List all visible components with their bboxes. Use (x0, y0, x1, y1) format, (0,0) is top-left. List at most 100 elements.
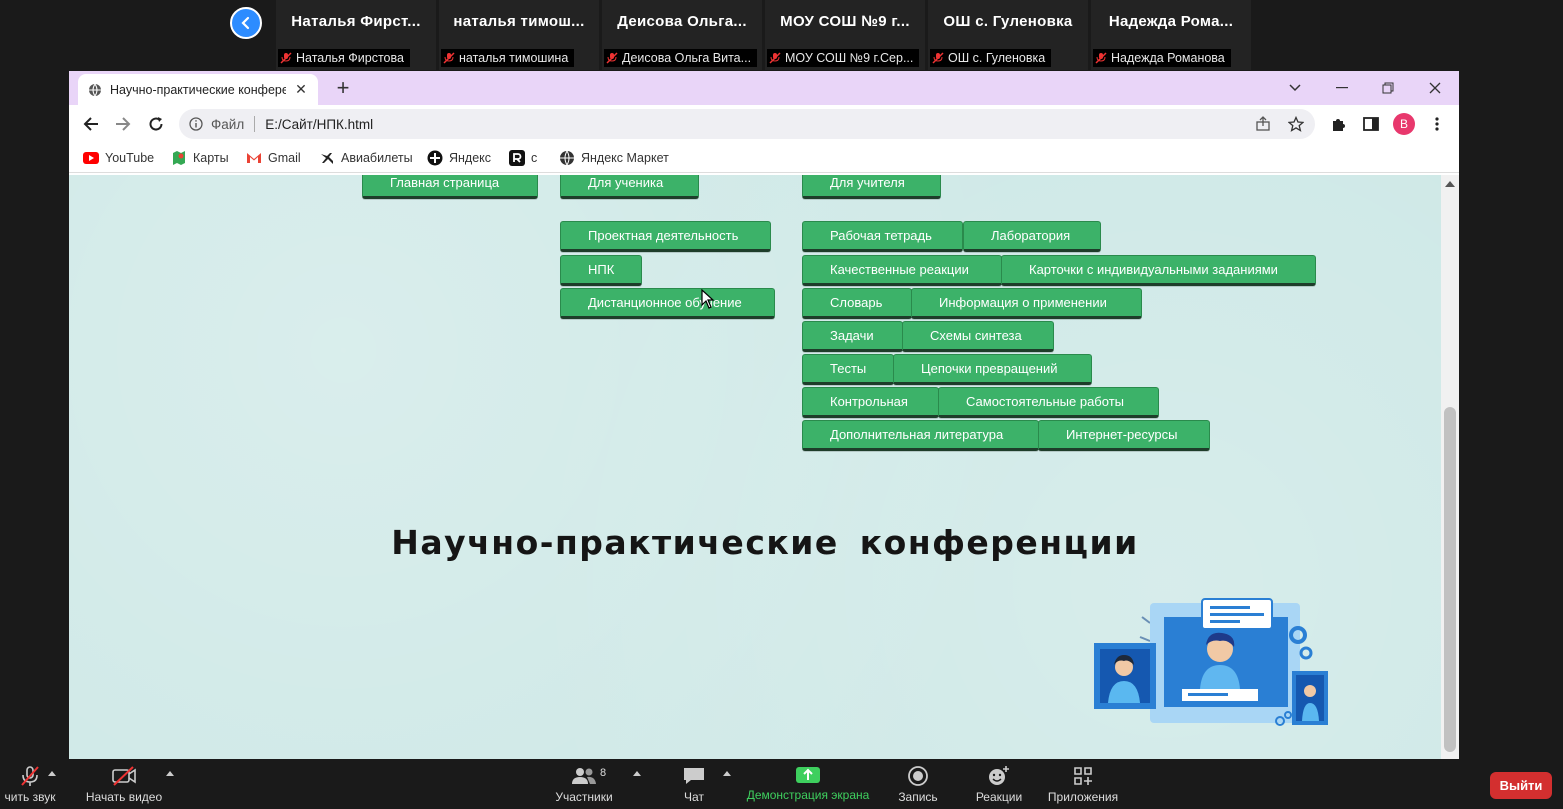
bookmark-yandex[interactable]: Яндекс (427, 149, 491, 167)
bookmarks-bar: YouTube Карты Gmail Авиабилеты Яндекс с (69, 143, 1459, 173)
forward-button[interactable] (112, 113, 134, 135)
online-learning-illustration (1094, 598, 1328, 726)
reload-button[interactable] (145, 113, 167, 135)
minimize-button[interactable] (1319, 71, 1365, 105)
nav-teacher-button[interactable]: Для учителя (802, 175, 941, 199)
bookmark-flights[interactable]: Авиабилеты (319, 149, 413, 167)
teacher-menu-item[interactable]: Задачи (802, 321, 903, 352)
teacher-menu-item[interactable]: Схемы синтеза (902, 321, 1054, 352)
restore-icon (1382, 82, 1394, 94)
mic-muted-icon (606, 52, 618, 64)
participant-tile[interactable]: Деисова Ольга... Деисова Ольга Вита... (602, 0, 762, 70)
globe-icon (89, 83, 101, 97)
zoom-window: Наталья Фирст... Наталья Фирстова наталь… (0, 0, 1563, 809)
browser-menu-button[interactable] (1426, 113, 1448, 135)
chat-icon (684, 768, 704, 784)
bookmark-label: Авиабилеты (341, 151, 413, 165)
scroll-up-arrow-icon[interactable] (1445, 181, 1455, 187)
participant-name: наталья тимош... (453, 13, 585, 30)
participant-label-text: МОУ СОШ №9 г.Сер... (785, 51, 914, 65)
profile-avatar[interactable]: B (1393, 113, 1415, 135)
reactions-button[interactable]: Реакции (971, 759, 1027, 809)
chevron-left-icon (241, 16, 250, 30)
teacher-menu-item[interactable]: Тесты (802, 354, 894, 385)
participant-tile[interactable]: ОШ с. Гуленовка ОШ с. Гуленовка (928, 0, 1088, 70)
bookmark-yandex-market[interactable]: Яндекс Маркет (559, 149, 669, 167)
teacher-menu-item[interactable]: Карточки с индивидуальными заданиями (1001, 255, 1316, 286)
globe-icon (559, 150, 575, 166)
nav-student-button[interactable]: Для ученика (560, 175, 699, 199)
bookmark-youtube[interactable]: YouTube (83, 149, 154, 167)
side-panel-button[interactable] (1360, 113, 1382, 135)
omnibox-separator (254, 116, 256, 132)
participants-options-caret-icon[interactable] (633, 771, 641, 776)
tab-search-button[interactable] (1272, 71, 1318, 105)
bookmark-label: с (531, 151, 538, 165)
scroll-thumb[interactable] (1444, 407, 1456, 752)
student-menu-npk[interactable]: НПК (560, 255, 642, 286)
teacher-menu-item[interactable]: Самостоятельные работы (938, 387, 1159, 418)
close-window-button[interactable] (1412, 71, 1458, 105)
address-bar[interactable]: Файл E:/Сайт/НПК.html (179, 109, 1315, 139)
teacher-menu-item[interactable]: Цепочки превращений (893, 354, 1092, 385)
new-tab-button[interactable]: + (333, 75, 353, 101)
tab-close-icon[interactable]: ✕ (294, 81, 308, 98)
participant-tile[interactable]: Надежда Рома... Надежда Романова (1091, 0, 1251, 70)
student-menu-distance[interactable]: Дистанционное обучение (560, 288, 775, 319)
participant-label: Наталья Фирстова (278, 49, 410, 67)
audio-button[interactable]: чить звук (0, 759, 60, 809)
teacher-menu-item[interactable]: Словарь (802, 288, 912, 319)
kebab-menu-icon (1435, 117, 1439, 131)
teacher-menu-item[interactable]: Лаборатория (963, 221, 1101, 252)
participant-tile[interactable]: наталья тимош... наталья тимошина (439, 0, 599, 70)
restore-button[interactable] (1365, 71, 1411, 105)
extensions-button[interactable] (1328, 113, 1350, 135)
bookmark-maps[interactable]: Карты (171, 149, 229, 167)
mic-muted-icon (280, 52, 292, 64)
tab-title: Научно-практические конфере (110, 82, 286, 97)
teacher-menu-item[interactable]: Рабочая тетрадь (802, 221, 963, 252)
airplane-icon (319, 150, 335, 166)
apps-label: Приложения (1047, 790, 1119, 804)
arrow-right-icon (116, 117, 131, 131)
strip-back-button[interactable] (230, 7, 262, 39)
nav-main-button[interactable]: Главная страница (362, 175, 538, 199)
audio-options-caret-icon[interactable] (48, 771, 56, 776)
apps-button[interactable]: Приложения (1045, 759, 1121, 809)
teacher-menu-item[interactable]: Интернет-ресурсы (1038, 420, 1210, 451)
record-icon (908, 766, 928, 786)
bookmark-c[interactable]: с (509, 149, 537, 167)
teacher-menu-item[interactable]: Контрольная (802, 387, 939, 418)
chat-options-caret-icon[interactable] (723, 771, 731, 776)
leave-meeting-button[interactable]: Выйти (1490, 772, 1552, 799)
back-button[interactable] (80, 113, 102, 135)
participant-label-text: Деисова Ольга Вита... (622, 51, 752, 65)
arrow-left-icon (83, 117, 98, 131)
bookmark-star-button[interactable] (1288, 109, 1304, 139)
teacher-menu-item[interactable]: Информация о применении (911, 288, 1142, 319)
zoom-toolbar: чить звук Начать видео Участники 8 Чат Д… (0, 759, 1563, 809)
participant-tile[interactable]: Наталья Фирст... Наталья Фирстова (276, 0, 436, 70)
chat-button[interactable]: Чат (675, 759, 713, 809)
share-screen-button[interactable]: Демонстрация экрана (745, 759, 871, 809)
student-menu-project[interactable]: Проектная деятельность (560, 221, 771, 252)
browser-tab[interactable]: Научно-практические конфере ✕ (78, 74, 318, 105)
video-options-caret-icon[interactable] (166, 771, 174, 776)
video-button[interactable]: Начать видео (84, 759, 164, 809)
bookmark-gmail[interactable]: Gmail (246, 149, 301, 167)
emoji-plus-icon (989, 766, 1009, 785)
record-button[interactable]: Запись (893, 759, 943, 809)
page-scrollbar[interactable] (1441, 175, 1459, 759)
teacher-menu-item[interactable]: Дополнительная литература (802, 420, 1039, 451)
teacher-menu-item[interactable]: Качественные реакции (802, 255, 1002, 286)
participant-tile[interactable]: МОУ СОШ №9 г... МОУ СОШ №9 г.Сер... (765, 0, 925, 70)
participant-label: ОШ с. Гуленовка (930, 49, 1052, 67)
share-button[interactable] (1255, 109, 1271, 139)
participant-label: Надежда Романова (1093, 49, 1231, 67)
participant-name: Деисова Ольга... (617, 13, 747, 30)
puzzle-icon (1333, 119, 1345, 131)
participants-label: Участники (555, 790, 613, 804)
participant-label-text: наталья тимошина (459, 51, 569, 65)
browser-window: Научно-практические конфере ✕ + Файл E:/… (69, 71, 1459, 759)
yandex-icon (427, 150, 443, 166)
